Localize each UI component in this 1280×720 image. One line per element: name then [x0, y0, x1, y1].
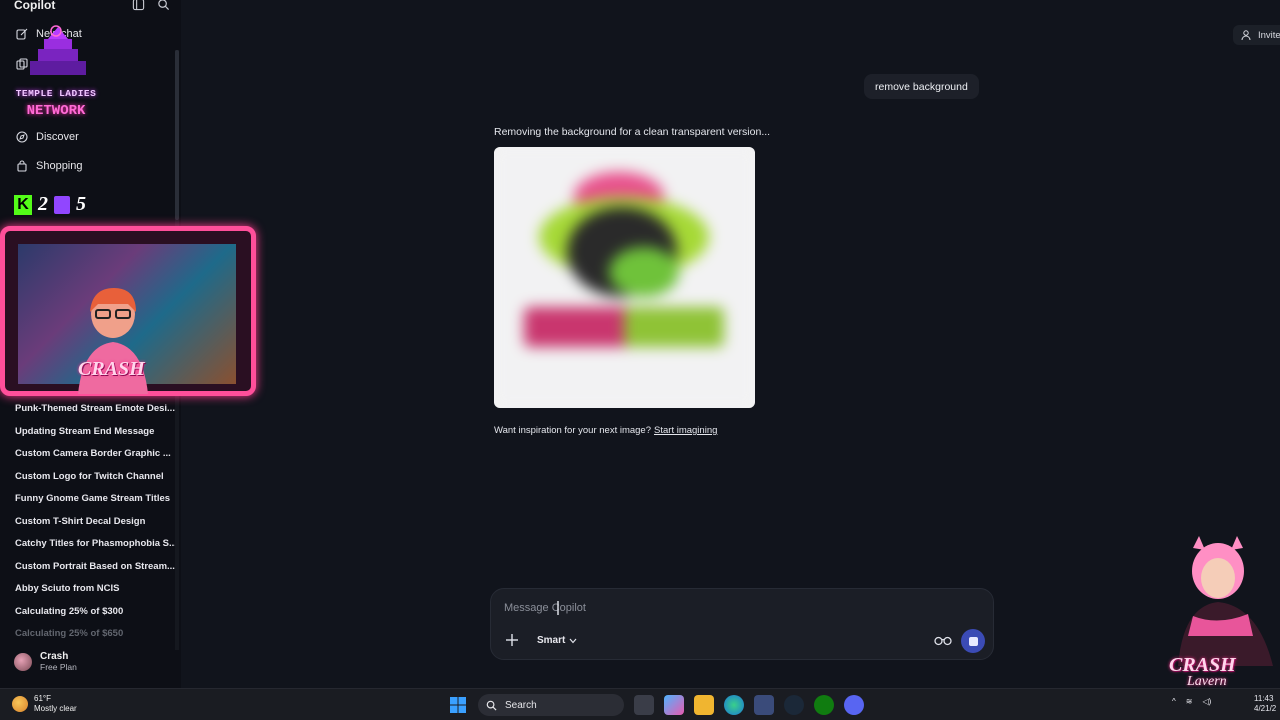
app-title: Copilot	[14, 0, 56, 12]
taskbar-clock[interactable]: 11:43 4/21/2	[1254, 694, 1276, 714]
discover-label: Discover	[36, 131, 79, 143]
weather-icon	[12, 696, 28, 712]
compass-icon	[16, 131, 28, 143]
inspiration-prompt: Want inspiration for your next image? Sta…	[494, 425, 717, 436]
kick-icon: K	[14, 194, 32, 215]
message-input[interactable]: Message Copilot	[504, 602, 586, 614]
history-item[interactable]: Custom Camera Border Graphic ...	[15, 447, 175, 470]
file-explorer-icon[interactable]	[694, 695, 714, 715]
history-item[interactable]: Funny Gnome Game Stream Titles	[15, 492, 175, 515]
history-item[interactable]: Catchy Titles for Phasmophobia S...	[15, 537, 175, 560]
chat-history-list: Punk-Themed Stream Emote Desi... Updatin…	[15, 402, 175, 650]
history-item[interactable]: Custom T-Shirt Decal Design	[15, 515, 175, 538]
assistant-message: Removing the background for a clean tran…	[494, 126, 771, 138]
sidebar-item-discover[interactable]: Discover	[16, 131, 79, 143]
history-item[interactable]: Custom Logo for Twitch Channel	[15, 470, 175, 493]
store-icon[interactable]	[754, 695, 774, 715]
steam-icon[interactable]	[784, 695, 804, 715]
brand-badge: CRASH	[78, 358, 145, 380]
character-overlay: CRASH Lavern	[1163, 536, 1280, 706]
sidebar-scrollbar-thumb[interactable]	[175, 50, 179, 220]
sidebar-top-icons	[132, 0, 170, 11]
kick-count: 2	[38, 193, 48, 215]
user-message-bubble: remove background	[864, 74, 979, 99]
inspiration-text: Want inspiration for your next image?	[494, 425, 652, 436]
stop-button[interactable]	[961, 629, 985, 653]
temple-logo-icon	[30, 25, 86, 75]
taskbar-search-label: Search	[505, 699, 537, 711]
volume-icon[interactable]: ◁)	[1202, 697, 1211, 706]
wifi-icon[interactable]: ≋	[1186, 697, 1193, 706]
logo-line-2: NETWORK	[26, 103, 86, 119]
user-profile[interactable]: Crash Free Plan	[14, 651, 77, 672]
windows-taskbar: 61°F Mostly clear Search ^ ≋ ◁) 11:43 4/…	[0, 688, 1280, 720]
search-icon	[486, 700, 497, 711]
invite-button[interactable]: Invite	[1233, 25, 1280, 45]
history-item[interactable]: Updating Stream End Message	[15, 425, 175, 448]
plus-icon[interactable]	[505, 633, 519, 647]
sidebar-toggle-icon[interactable]	[132, 0, 145, 11]
history-item[interactable]: Calculating 25% of $650	[15, 627, 175, 650]
stop-icon	[968, 636, 978, 646]
start-imagining-link[interactable]: Start imagining	[654, 425, 717, 436]
generated-logo-image	[494, 147, 755, 408]
weather-widget[interactable]: 61°F Mostly clear	[12, 694, 77, 714]
webcam-overlay: CRASH	[0, 226, 256, 396]
glasses-icon[interactable]	[934, 634, 952, 646]
history-item[interactable]: Abby Sciuto from NCIS	[15, 582, 175, 605]
avatar	[14, 652, 32, 671]
weather-condition: Mostly clear	[34, 704, 77, 713]
taskbar-search[interactable]: Search	[478, 694, 624, 716]
user-plan: Free Plan	[40, 662, 77, 672]
copilot-app-icon[interactable]	[664, 695, 684, 715]
user-info: Crash Free Plan	[40, 651, 77, 672]
invite-label: Invite	[1258, 29, 1280, 41]
copilot-app: Copilot New chat Discover Shopping Punk-…	[0, 0, 1280, 689]
network-logo-overlay: TEMPLE LADIES NETWORK	[8, 25, 108, 125]
generated-image[interactable]	[494, 147, 755, 408]
history-item[interactable]: Custom Portrait Based on Stream...	[15, 560, 175, 583]
shopping-label: Shopping	[36, 160, 83, 172]
shopping-bag-icon	[17, 160, 27, 172]
search-icon[interactable]	[157, 0, 170, 11]
anime-character-image	[1178, 536, 1273, 666]
edge-browser-icon[interactable]	[724, 695, 744, 715]
mode-label: Smart	[537, 635, 566, 646]
add-person-icon	[1241, 30, 1251, 41]
task-view-icon[interactable]	[634, 695, 654, 715]
twitch-icon	[54, 195, 70, 214]
user-name: Crash	[40, 651, 69, 662]
text-cursor	[557, 601, 559, 615]
clock-time: 11:43	[1254, 694, 1274, 703]
chevron-up-icon[interactable]: ^	[1172, 697, 1176, 706]
viewer-counts-overlay: K 2 5	[14, 193, 86, 216]
system-tray[interactable]: ^ ≋ ◁)	[1172, 697, 1211, 706]
windows-start-icon[interactable]	[448, 695, 468, 715]
weather-temp: 61°F	[34, 694, 51, 703]
history-item[interactable]: Calculating 25% of $300	[15, 605, 175, 628]
history-item[interactable]: Punk-Themed Stream Emote Desi...	[15, 402, 175, 425]
message-composer[interactable]: Message Copilot Smart	[490, 588, 994, 660]
sidebar-item-shopping[interactable]: Shopping	[16, 160, 83, 172]
clock-date: 4/21/2	[1254, 704, 1277, 713]
twitch-count: 5	[76, 193, 86, 215]
xbox-icon[interactable]	[814, 695, 834, 715]
discord-icon[interactable]	[844, 695, 864, 715]
chevron-down-icon	[569, 638, 577, 643]
taskbar-apps: Search	[448, 694, 864, 716]
logo-line-1: TEMPLE LADIES	[15, 88, 97, 99]
mode-selector[interactable]: Smart	[537, 635, 577, 646]
